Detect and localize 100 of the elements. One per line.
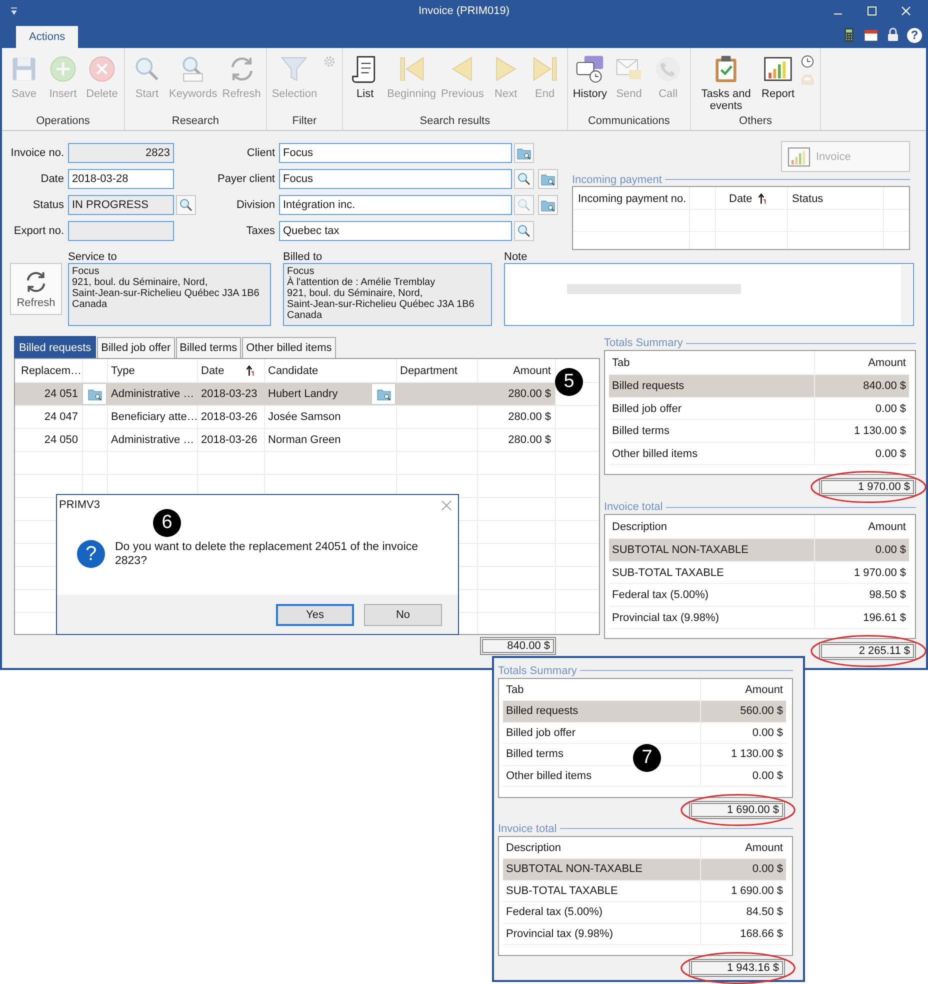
table-cell: 2018-03-23 [197,383,264,405]
window-title: Invoice (PRIM019) [418,5,510,17]
refresh-button[interactable]: Refresh [10,263,62,315]
dropdown-icon[interactable] [8,5,20,17]
lookup-button[interactable] [82,383,107,405]
maximize-icon[interactable] [866,5,878,17]
field-label: Division [235,199,275,211]
input-field[interactable]: Focus [279,169,512,189]
input-field[interactable]: 2018-03-28 [68,169,174,189]
input-field[interactable] [68,221,174,241]
table-cell: 168.66 $ [700,924,786,945]
lookup-button[interactable] [514,221,534,241]
address-field[interactable]: Focus 921, boul. du Séminaire, Nord, Saint-Jean-sur-Richelieu Québec J3A 1B6 Canada [68,263,271,326]
lookup-button[interactable] [538,169,558,189]
column-header[interactable]: Department [396,359,477,383]
table-cell: Provincial tax (9.98%) [609,606,814,630]
dialog-button[interactable]: No [364,604,442,626]
column-header[interactable]: Amount [477,359,555,383]
table-cell-text: Administrative … [110,433,196,448]
group-label: Incoming payment [572,174,662,186]
lookup-button[interactable] [176,195,196,215]
toolbar-button[interactable]: Report [759,54,798,100]
group-label: Invoice total [604,501,663,514]
table-cell: 1 970.00 $ [814,562,909,584]
address-field[interactable]: Focus À l'attention de : Amélie Tremblay 921, boul. du Séminaire, Nord, Saint-Jean-sur-Richelieu Québec J3A 1B6 Canada [283,263,492,326]
field-label: Note [504,251,528,263]
lookup-button[interactable] [514,169,534,189]
chat-clock-icon [574,54,605,84]
table-cell: 0.00 $ [700,722,786,744]
scrollbar[interactable] [901,265,912,324]
table-cell-text: 24 050 [43,433,79,448]
column-header[interactable]: Date [197,359,264,383]
dialog-message: Do you want to delete the replacement 24051 of the invoice 2823? [115,540,420,568]
lookup-button[interactable] [538,195,558,215]
table-cell-text: Josée Samson [267,410,342,425]
input-field[interactable]: IN PROGRESS [68,195,174,215]
clock-icon [800,54,816,69]
table-cell: Administrative … [107,383,197,405]
toolbar-button[interactable]: List [346,54,384,100]
table-cell-text: 2018-03-26 [200,410,258,425]
total-field: 1 970.00 $ [819,478,916,496]
column-header[interactable]: Status [787,187,883,210]
note-field[interactable] [504,263,914,326]
table-cell-text: Norman Green [267,433,342,448]
table-cell: Billed job offer [609,398,814,420]
table-cell: 1 130.00 $ [814,420,909,443]
table-cell: Federal tax (5.00%) [503,902,700,924]
table-cell: 1 130.00 $ [700,744,786,766]
input-field[interactable]: 2823 [68,143,174,163]
table-cell: Billed requests [503,701,700,722]
dialog-button[interactable]: Yes [276,604,354,626]
tab[interactable]: Other billed items [242,337,336,358]
group-label: Totals Summary [604,337,683,350]
field-label: Invoice no. [10,147,64,159]
group-label: Totals Summary [498,664,577,676]
column-header[interactable]: Type [107,359,197,383]
field-label: Client [246,147,275,159]
table-cell: Other billed items [609,442,814,466]
column-header[interactable]: Incoming payment no. [573,187,689,210]
table-cell: 560.00 $ [700,701,786,722]
lookup-button[interactable] [514,143,534,163]
tab[interactable]: Billed job offer [97,337,175,358]
toolbar-button[interactable]: Tasks and events [694,54,758,112]
column-header[interactable]: Replacem… [15,359,82,383]
search-icon [516,223,532,239]
table-cell: Provincial tax (9.98%) [503,924,700,945]
dialog-title: PRIMV3 [59,499,100,511]
gear-icon [322,54,338,69]
search-icon [178,197,194,213]
tab[interactable]: Billed terms [176,337,242,358]
table-cell: 840.00 $ [814,375,909,398]
field-label: Status [32,199,64,211]
table-cell: Billed terms [609,420,814,443]
tab[interactable]: Billed requests [14,336,96,358]
lookup-button[interactable] [371,383,396,405]
input-field[interactable]: Intégration inc. [279,195,512,215]
group-label: Others [738,115,774,129]
table-cell: Hubert Landry [264,383,371,405]
table-cell-text: 2018-03-26 [200,433,258,448]
ribbon-tab[interactable]: Actions [16,26,78,48]
table-cell: Federal tax (5.00%) [609,584,814,607]
total-field: 1 690.00 $ [689,801,785,819]
group-label: Filter [291,115,318,129]
table-cell: 84.50 $ [700,902,786,924]
plus-icon [48,54,78,84]
table-cell-text: 280.00 $ [507,433,552,448]
table-cell: 0.00 $ [814,539,909,562]
group-label: Communications [586,115,671,129]
toolbar-button[interactable]: History [570,54,610,100]
column-header[interactable]: Date [715,187,787,210]
input-field[interactable]: Focus [279,143,512,163]
total-field: 840.00 $ [480,637,556,655]
field-label: Billed to [283,251,324,263]
column-header[interactable]: Candidate [264,359,396,383]
field-label: Payer client [216,173,275,185]
help-button[interactable]: ? [907,28,922,42]
bar-chart-icon [763,54,794,84]
table-cell: SUB-TOTAL TAXABLE [503,880,700,902]
input-field[interactable]: Quebec tax [279,221,512,241]
table-cell: 196.61 $ [814,606,909,630]
